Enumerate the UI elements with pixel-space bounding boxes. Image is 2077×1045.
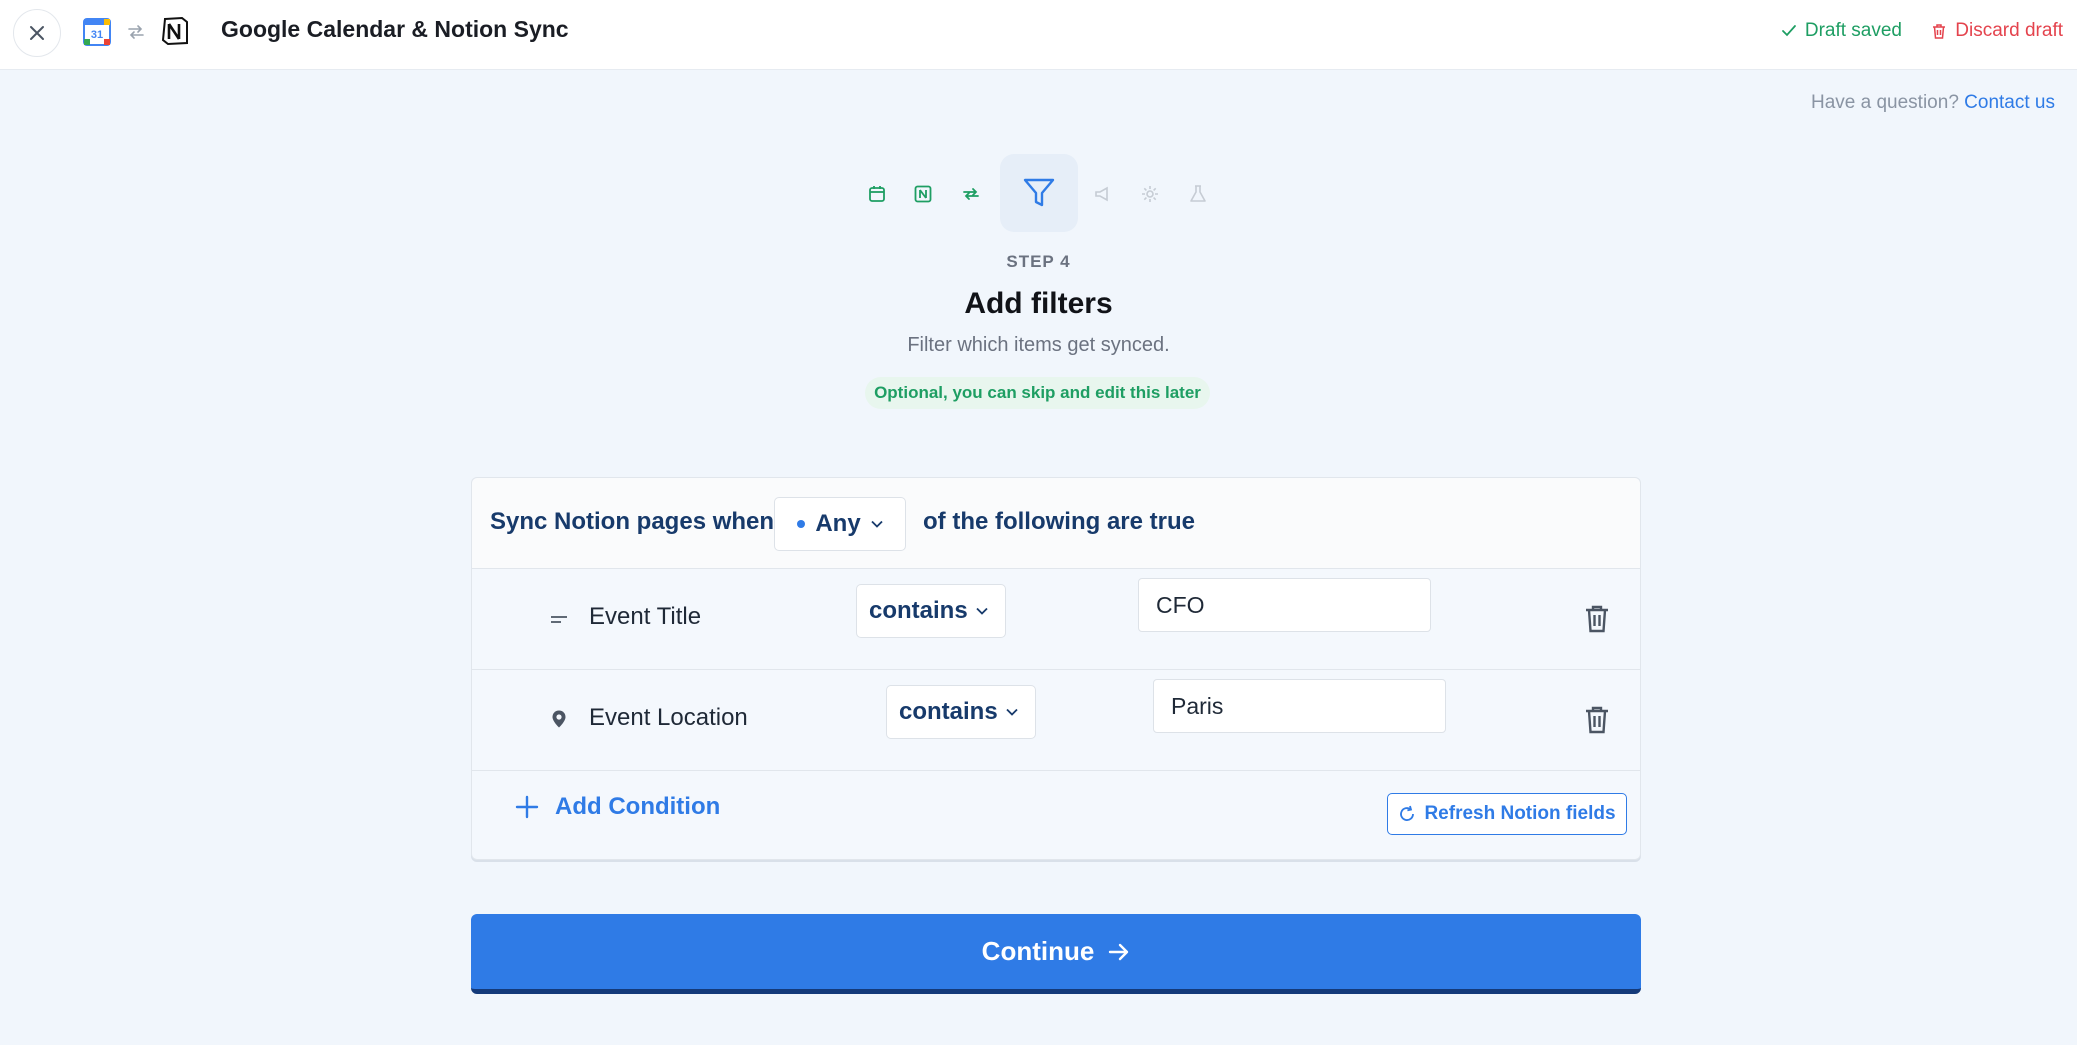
top-bar: 31 Google Calendar & Notion Sync Draft s… [0, 0, 2077, 70]
match-mode-value: Any [815, 510, 861, 537]
condition-value-input[interactable] [1153, 679, 1446, 733]
filter-icon [1023, 178, 1055, 207]
gear-icon[interactable] [1140, 184, 1160, 204]
arrow-right-icon [1109, 943, 1129, 960]
plus-icon [515, 795, 539, 819]
delete-condition-icon[interactable] [1583, 705, 1611, 735]
filter-card: Sync Notion pages when Any of the follow… [471, 477, 1641, 860]
draft-status-text: Draft saved [1804, 20, 1902, 41]
condition-operator-value: contains [869, 597, 968, 624]
match-mode-select[interactable]: Any [774, 497, 906, 551]
continue-button[interactable]: Continue [471, 914, 1641, 994]
add-condition-label: Add Condition [555, 793, 721, 820]
chevron-down-icon [976, 607, 988, 615]
page-subtitle: Filter which items get synced. [907, 334, 1170, 356]
calendar-icon[interactable] [867, 184, 887, 204]
step-label: STEP 4 [1006, 252, 1071, 271]
notion-icon[interactable] [913, 184, 933, 204]
contact-us-link[interactable]: Contact us [1964, 92, 2055, 113]
discard-draft-button[interactable]: Discard draft [1931, 20, 2063, 42]
swap-icon [128, 25, 144, 39]
chevron-down-icon [1006, 708, 1018, 716]
condition-operator-select[interactable]: contains [886, 685, 1036, 739]
close-button[interactable] [13, 9, 61, 57]
refresh-notion-fields-label: Refresh Notion fields [1424, 803, 1616, 824]
close-icon [30, 26, 44, 40]
help-question: Have a question? [1811, 92, 1959, 113]
app-title: Google Calendar & Notion Sync [221, 16, 569, 42]
condition-operator-value: contains [899, 698, 998, 725]
swap-icon[interactable] [961, 184, 981, 204]
filter-header: Sync Notion pages when Any of the follow… [472, 478, 1640, 569]
gcal-logo-text: 31 [91, 29, 103, 41]
refresh-notion-fields-button[interactable]: Refresh Notion fields [1387, 793, 1627, 835]
draft-status: Draft saved [1781, 20, 1902, 42]
flask-icon[interactable] [1188, 184, 1208, 204]
delete-condition-icon[interactable] [1583, 604, 1611, 634]
condition-row: Event Location contains [472, 670, 1640, 771]
chevron-down-icon [871, 520, 883, 528]
condition-field-label: Event Location [589, 704, 748, 731]
match-mode-dot [797, 520, 806, 528]
filter-suffix: of the following are true [923, 508, 1196, 535]
notion-logo [161, 16, 188, 46]
text-lines-icon [551, 616, 567, 623]
optional-badge: Optional, you can skip and edit this lat… [865, 377, 1210, 409]
megaphone-icon[interactable] [1093, 184, 1113, 204]
help-text: Have a question? Contact us [1811, 92, 2055, 114]
condition-operator-select[interactable]: contains [856, 584, 1006, 638]
google-calendar-logo: 31 [83, 18, 111, 46]
trash-icon [1933, 23, 1946, 39]
step-active-filter[interactable] [1000, 154, 1078, 232]
add-condition-button[interactable]: Add Condition [515, 793, 720, 821]
page-title: Add filters [964, 287, 1113, 320]
filter-prefix: Sync Notion pages when [490, 508, 775, 535]
condition-field-label: Event Title [589, 603, 702, 630]
stepper [855, 154, 1215, 234]
refresh-icon [1400, 805, 1415, 821]
location-pin-icon [552, 710, 566, 728]
condition-row: Event Title contains [472, 569, 1640, 670]
condition-value-input[interactable] [1138, 578, 1431, 632]
check-icon [1781, 25, 1796, 37]
continue-label: Continue [981, 936, 1095, 966]
discard-draft-label: Discard draft [1955, 20, 2063, 41]
